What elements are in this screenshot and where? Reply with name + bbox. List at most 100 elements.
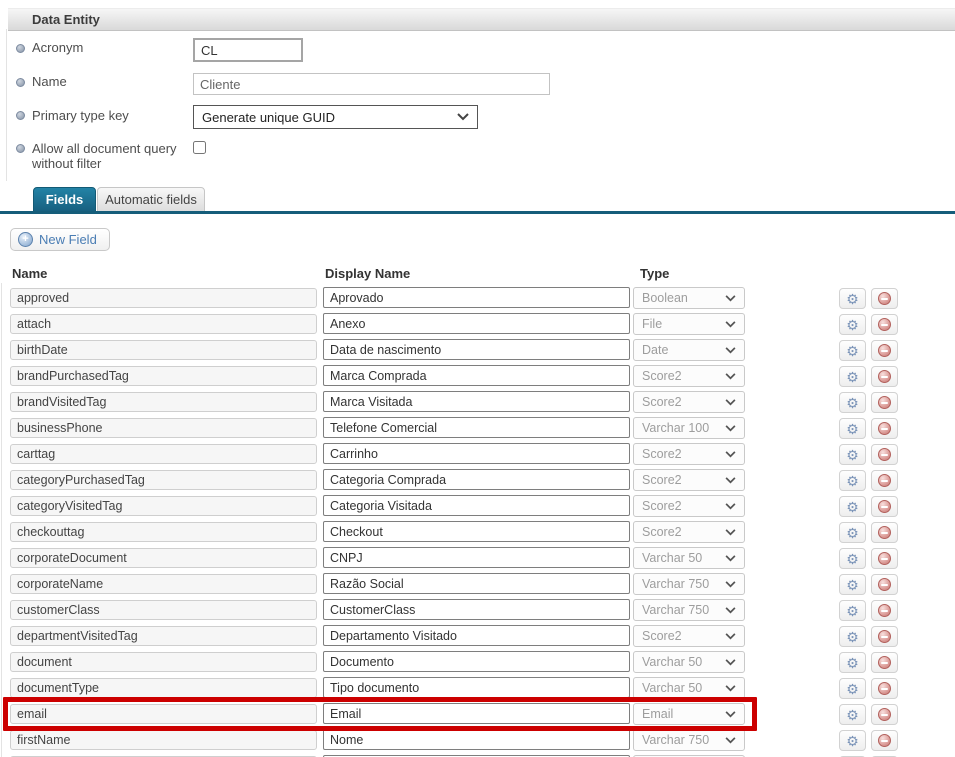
field-remove-button[interactable] [871,730,898,751]
field-settings-button[interactable]: ⚙ [839,340,866,361]
field-remove-button[interactable] [871,704,898,725]
remove-icon [878,604,891,617]
field-remove-button[interactable] [871,496,898,517]
field-settings-button[interactable]: ⚙ [839,496,866,517]
display-name-input[interactable] [323,651,630,672]
field-remove-button[interactable] [871,600,898,621]
type-select[interactable]: Varchar 750 [633,573,745,595]
field-name-input[interactable] [10,366,317,386]
field-name-input[interactable] [10,288,317,308]
type-select[interactable]: Varchar 50 [633,677,745,699]
type-select[interactable]: Score2 [633,443,745,465]
field-settings-button[interactable]: ⚙ [839,522,866,543]
field-remove-button[interactable] [871,522,898,543]
display-name-input[interactable] [323,677,630,698]
field-remove-button[interactable] [871,392,898,413]
field-settings-button[interactable]: ⚙ [839,704,866,725]
display-name-input[interactable] [323,339,630,360]
type-select[interactable]: File [633,313,745,335]
display-name-input[interactable] [323,729,630,750]
type-select[interactable]: Score2 [633,495,745,517]
field-name-input[interactable] [10,418,317,438]
tab-automatic-fields[interactable]: Automatic fields [97,187,205,212]
field-remove-button[interactable] [871,678,898,699]
type-select[interactable]: Date [633,339,745,361]
field-name-input[interactable] [10,600,317,620]
display-name-input[interactable] [323,599,630,620]
type-select[interactable]: Varchar 50 [633,547,745,569]
type-select-value: Varchar 50 [642,655,702,669]
display-name-input[interactable] [323,495,630,516]
field-settings-button[interactable]: ⚙ [839,444,866,465]
field-settings-button[interactable]: ⚙ [839,288,866,309]
field-name-input[interactable] [10,470,317,490]
display-name-input[interactable] [323,469,630,490]
field-name-input[interactable] [10,522,317,542]
field-name-input[interactable] [10,704,317,724]
display-name-input[interactable] [323,625,630,646]
field-remove-button[interactable] [871,626,898,647]
field-name-input[interactable] [10,574,317,594]
type-select[interactable]: Score2 [633,625,745,647]
display-name-input[interactable] [323,417,630,438]
type-select[interactable]: Varchar 750 [633,729,745,751]
acronym-input[interactable] [193,38,303,62]
name-input[interactable] [193,73,550,95]
field-remove-button[interactable] [871,314,898,335]
field-settings-button[interactable]: ⚙ [839,730,866,751]
display-name-input[interactable] [323,391,630,412]
new-field-button[interactable]: + New Field [10,228,110,251]
field-settings-button[interactable]: ⚙ [839,314,866,335]
type-select[interactable]: Varchar 750 [633,599,745,621]
field-remove-button[interactable] [871,366,898,387]
field-settings-button[interactable]: ⚙ [839,626,866,647]
field-name-input[interactable] [10,678,317,698]
field-settings-button[interactable]: ⚙ [839,678,866,699]
display-name-input[interactable] [323,443,630,464]
type-select[interactable]: Score2 [633,521,745,543]
field-remove-button[interactable] [871,288,898,309]
type-select[interactable]: Email [633,703,745,725]
field-name-input[interactable] [10,340,317,360]
allow-all-query-checkbox[interactable] [193,141,206,154]
field-name-input[interactable] [10,444,317,464]
primary-type-key-select[interactable]: Generate unique GUID [193,105,478,129]
field-name-input[interactable] [10,314,317,334]
field-remove-button[interactable] [871,418,898,439]
field-name-input[interactable] [10,496,317,516]
field-settings-button[interactable]: ⚙ [839,574,866,595]
type-select-value: Score2 [642,473,682,487]
display-name-input[interactable] [323,547,630,568]
tab-fields[interactable]: Fields [33,187,96,212]
type-select[interactable]: Varchar 100 [633,417,745,439]
display-name-input[interactable] [323,365,630,386]
field-remove-button[interactable] [871,444,898,465]
type-select[interactable]: Boolean [633,287,745,309]
field-settings-button[interactable]: ⚙ [839,548,866,569]
field-name-input[interactable] [10,392,317,412]
field-settings-button[interactable]: ⚙ [839,366,866,387]
display-name-input[interactable] [323,313,630,334]
field-name-input[interactable] [10,626,317,646]
display-name-input[interactable] [323,703,630,724]
field-remove-button[interactable] [871,470,898,491]
type-select[interactable]: Score2 [633,365,745,387]
field-settings-button[interactable]: ⚙ [839,600,866,621]
type-select[interactable]: Score2 [633,391,745,413]
field-remove-button[interactable] [871,652,898,673]
field-name-input[interactable] [10,652,317,672]
display-name-input[interactable] [323,287,630,308]
display-name-input[interactable] [323,521,630,542]
field-remove-button[interactable] [871,548,898,569]
type-select[interactable]: Score2 [633,469,745,491]
display-name-input[interactable] [323,573,630,594]
field-name-input[interactable] [10,548,317,568]
field-settings-button[interactable]: ⚙ [839,392,866,413]
field-remove-button[interactable] [871,340,898,361]
field-remove-button[interactable] [871,574,898,595]
field-name-input[interactable] [10,730,317,750]
field-settings-button[interactable]: ⚙ [839,418,866,439]
field-settings-button[interactable]: ⚙ [839,652,866,673]
field-settings-button[interactable]: ⚙ [839,470,866,491]
type-select[interactable]: Varchar 50 [633,651,745,673]
